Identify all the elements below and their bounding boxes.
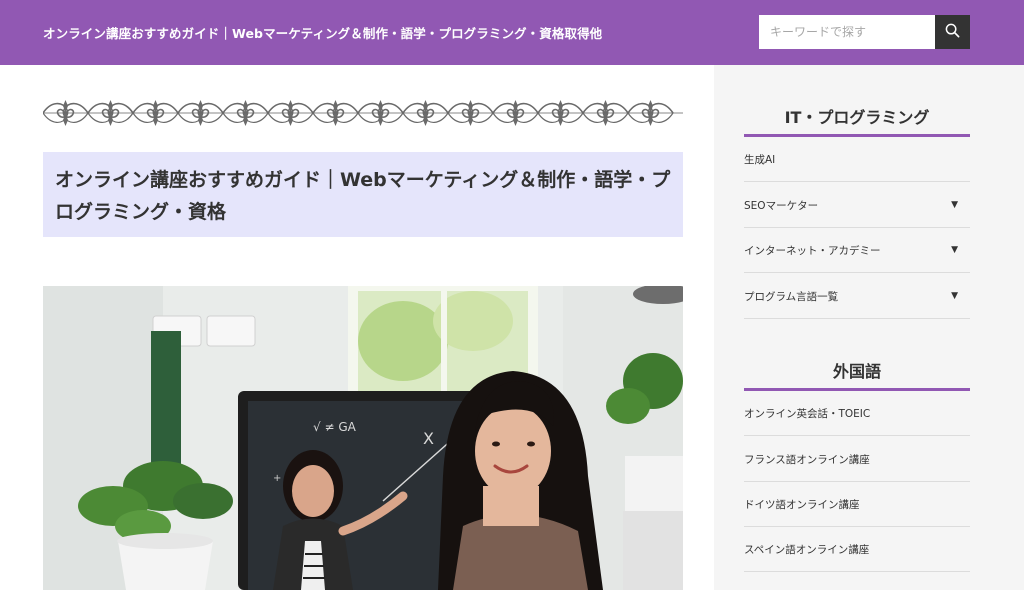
site-header: オンライン講座おすすめガイド｜Webマーケティング＆制作・語学・プログラミング・… [0,0,1024,65]
page-title-box: オンライン講座おすすめガイド｜Webマーケティング＆制作・語学・プログラミング・… [43,152,683,237]
sidebar-item-label: インターネット・アカデミー [744,244,881,257]
sidebar-link-seo-marketer[interactable]: SEOマーケター ▼ [744,183,970,228]
sidebar-heading-foreign-languages: 外国語 [832,362,881,381]
ornament-divider [42,98,683,128]
submenu-arrow-icon[interactable]: ▼ [951,200,958,210]
sidebar-link-english-toeic[interactable]: オンライン英会話・TOEIC [744,391,970,436]
submenu-arrow-icon[interactable]: ▼ [951,291,958,301]
svg-text:√ ≠ GA: √ ≠ GA [313,420,357,434]
sidebar-item-label: プログラム言語一覧 [744,290,839,303]
magnifier-icon [945,23,960,41]
sidebar-link-generative-ai[interactable]: 生成AI [744,137,970,182]
sidebar-link-programming-languages[interactable]: プログラム言語一覧 ▼ [744,274,970,319]
sidebar-item-label: スペイン語オンライン講座 [744,543,870,556]
svg-text:X: X [423,429,434,448]
sidebar-link-internet-academy[interactable]: インターネット・アカデミー ▼ [744,228,970,273]
sidebar-item-label: ドイツ語オンライン講座 [744,498,860,511]
sidebar-item-label: フランス語オンライン講座 [744,453,870,466]
search-input[interactable] [759,15,936,49]
sidebar-item-label: 生成AI [744,153,776,166]
sidebar-link-spanish-course[interactable]: スペイン語オンライン講座 [744,527,970,572]
sidebar-heading-it-programming: IT・プログラミング [784,108,930,127]
search-button[interactable] [935,15,970,49]
sidebar-link-german-course[interactable]: ドイツ語オンライン講座 [744,482,970,527]
submenu-arrow-icon[interactable]: ▼ [951,245,958,255]
site-title-link[interactable]: オンライン講座おすすめガイド｜Webマーケティング＆制作・語学・プログラミング・… [43,23,602,42]
sidebar-link-french-course[interactable]: フランス語オンライン講座 [744,437,970,482]
hero-image: √ ≠ GA X + 2xy [43,286,683,590]
sidebar-item-label: SEOマーケター [744,199,819,212]
sidebar-item-label: オンライン英会話・TOEIC [744,407,871,420]
page-title: オンライン講座おすすめガイド｜Webマーケティング＆制作・語学・プログラミング・… [55,169,671,223]
